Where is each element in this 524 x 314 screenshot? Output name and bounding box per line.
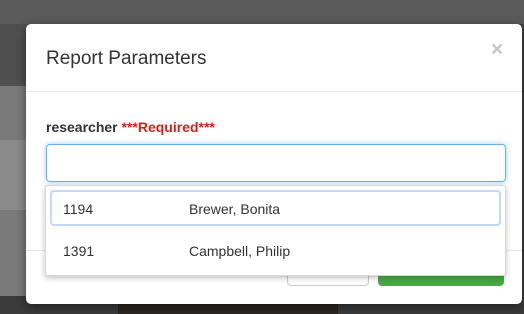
close-icon[interactable]: × (486, 39, 508, 61)
option-id: 1391 (63, 243, 95, 259)
option-id: 1194 (63, 201, 94, 217)
option-name: Brewer, Bonita (189, 201, 281, 217)
researcher-input[interactable] (46, 144, 506, 182)
modal-title: Report Parameters (46, 48, 207, 69)
autocomplete-option[interactable]: 1194 Brewer, Bonita (50, 190, 501, 226)
background-panel-highlight (0, 140, 26, 210)
background-navbar (0, 0, 524, 24)
researcher-label: researcher ***Required*** (46, 119, 215, 135)
field-label-text: researcher (46, 119, 118, 135)
autocomplete-option[interactable]: 1391 Campbell, Philip (50, 232, 501, 268)
autocomplete-dropdown: 1194 Brewer, Bonita 1391 Campbell, Phili… (45, 185, 506, 276)
required-indicator: ***Required*** (121, 119, 215, 135)
option-name: Campbell, Philip (189, 243, 291, 259)
modal-header: Report Parameters × (26, 24, 522, 92)
